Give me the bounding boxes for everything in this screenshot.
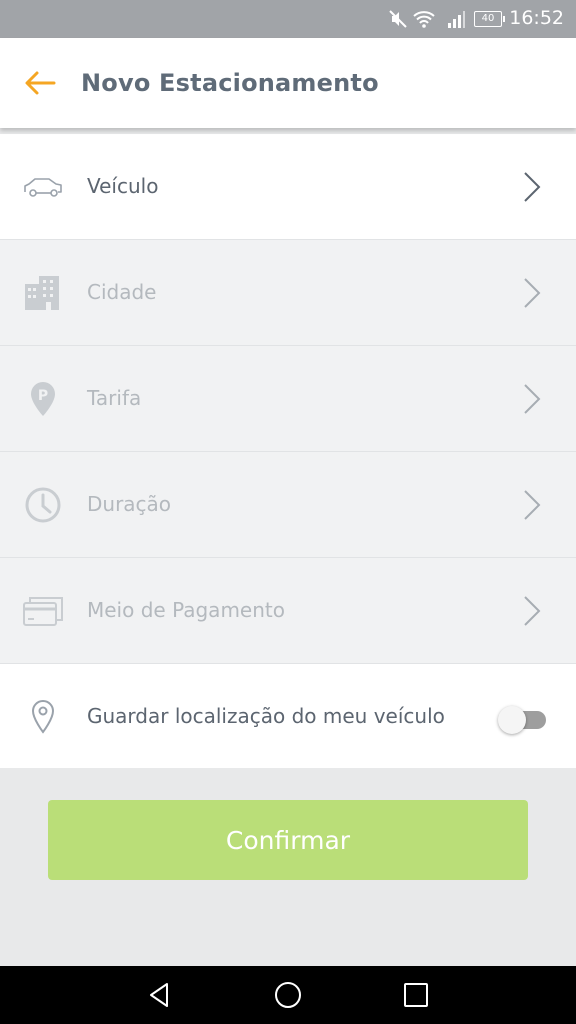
mute-icon <box>389 10 407 28</box>
wifi-icon <box>413 11 435 28</box>
building-icon <box>25 276 59 310</box>
confirm-button[interactable]: Confirmar <box>48 800 528 880</box>
credit-card-icon <box>23 597 63 626</box>
app-bar: Novo Estacionamento <box>0 38 576 128</box>
save-location-label: Guardar localização do meu veículo <box>87 704 445 728</box>
system-nav-bar <box>0 966 576 1024</box>
arrow-left-icon[interactable] <box>22 68 58 98</box>
home-circle-icon[interactable] <box>273 980 303 1010</box>
parking-form-list: Veículo Cidade P Tarifa Duração Meio de … <box>0 134 576 768</box>
list-item-duration[interactable]: Duração <box>0 452 576 558</box>
svg-text:P: P <box>38 388 48 404</box>
save-location-row: Guardar localização do meu veículo <box>0 664 576 768</box>
page-title: Novo Estacionamento <box>81 69 379 97</box>
chevron-right-icon <box>524 278 541 308</box>
list-item-payment[interactable]: Meio de Pagamento <box>0 558 576 664</box>
chevron-right-icon <box>524 384 541 414</box>
clock-icon <box>25 487 61 523</box>
list-item-rate[interactable]: P Tarifa <box>0 346 576 452</box>
chevron-right-icon <box>524 490 541 520</box>
toggle-knob <box>498 706 526 734</box>
back-triangle-icon[interactable] <box>145 980 175 1010</box>
status-time: 16:52 <box>509 7 564 29</box>
signal-icon <box>448 11 465 28</box>
chevron-right-icon <box>524 172 541 202</box>
recents-square-icon[interactable] <box>401 980 431 1010</box>
payment-method-label: Meio de Pagamento <box>87 598 285 622</box>
car-icon <box>24 178 62 197</box>
parking-pin-icon: P <box>31 382 55 416</box>
chevron-right-icon <box>524 596 541 626</box>
city-label: Cidade <box>87 280 157 304</box>
battery-icon: 40 <box>474 11 505 27</box>
status-bar: 40 16:52 <box>0 0 576 38</box>
location-pin-icon <box>31 699 55 734</box>
rate-label: Tarifa <box>87 386 142 410</box>
duration-label: Duração <box>87 492 172 516</box>
save-location-toggle[interactable] <box>498 706 548 734</box>
list-item-vehicle[interactable]: Veículo <box>0 134 576 240</box>
list-item-city[interactable]: Cidade <box>0 240 576 346</box>
vehicle-label: Veículo <box>87 174 159 198</box>
